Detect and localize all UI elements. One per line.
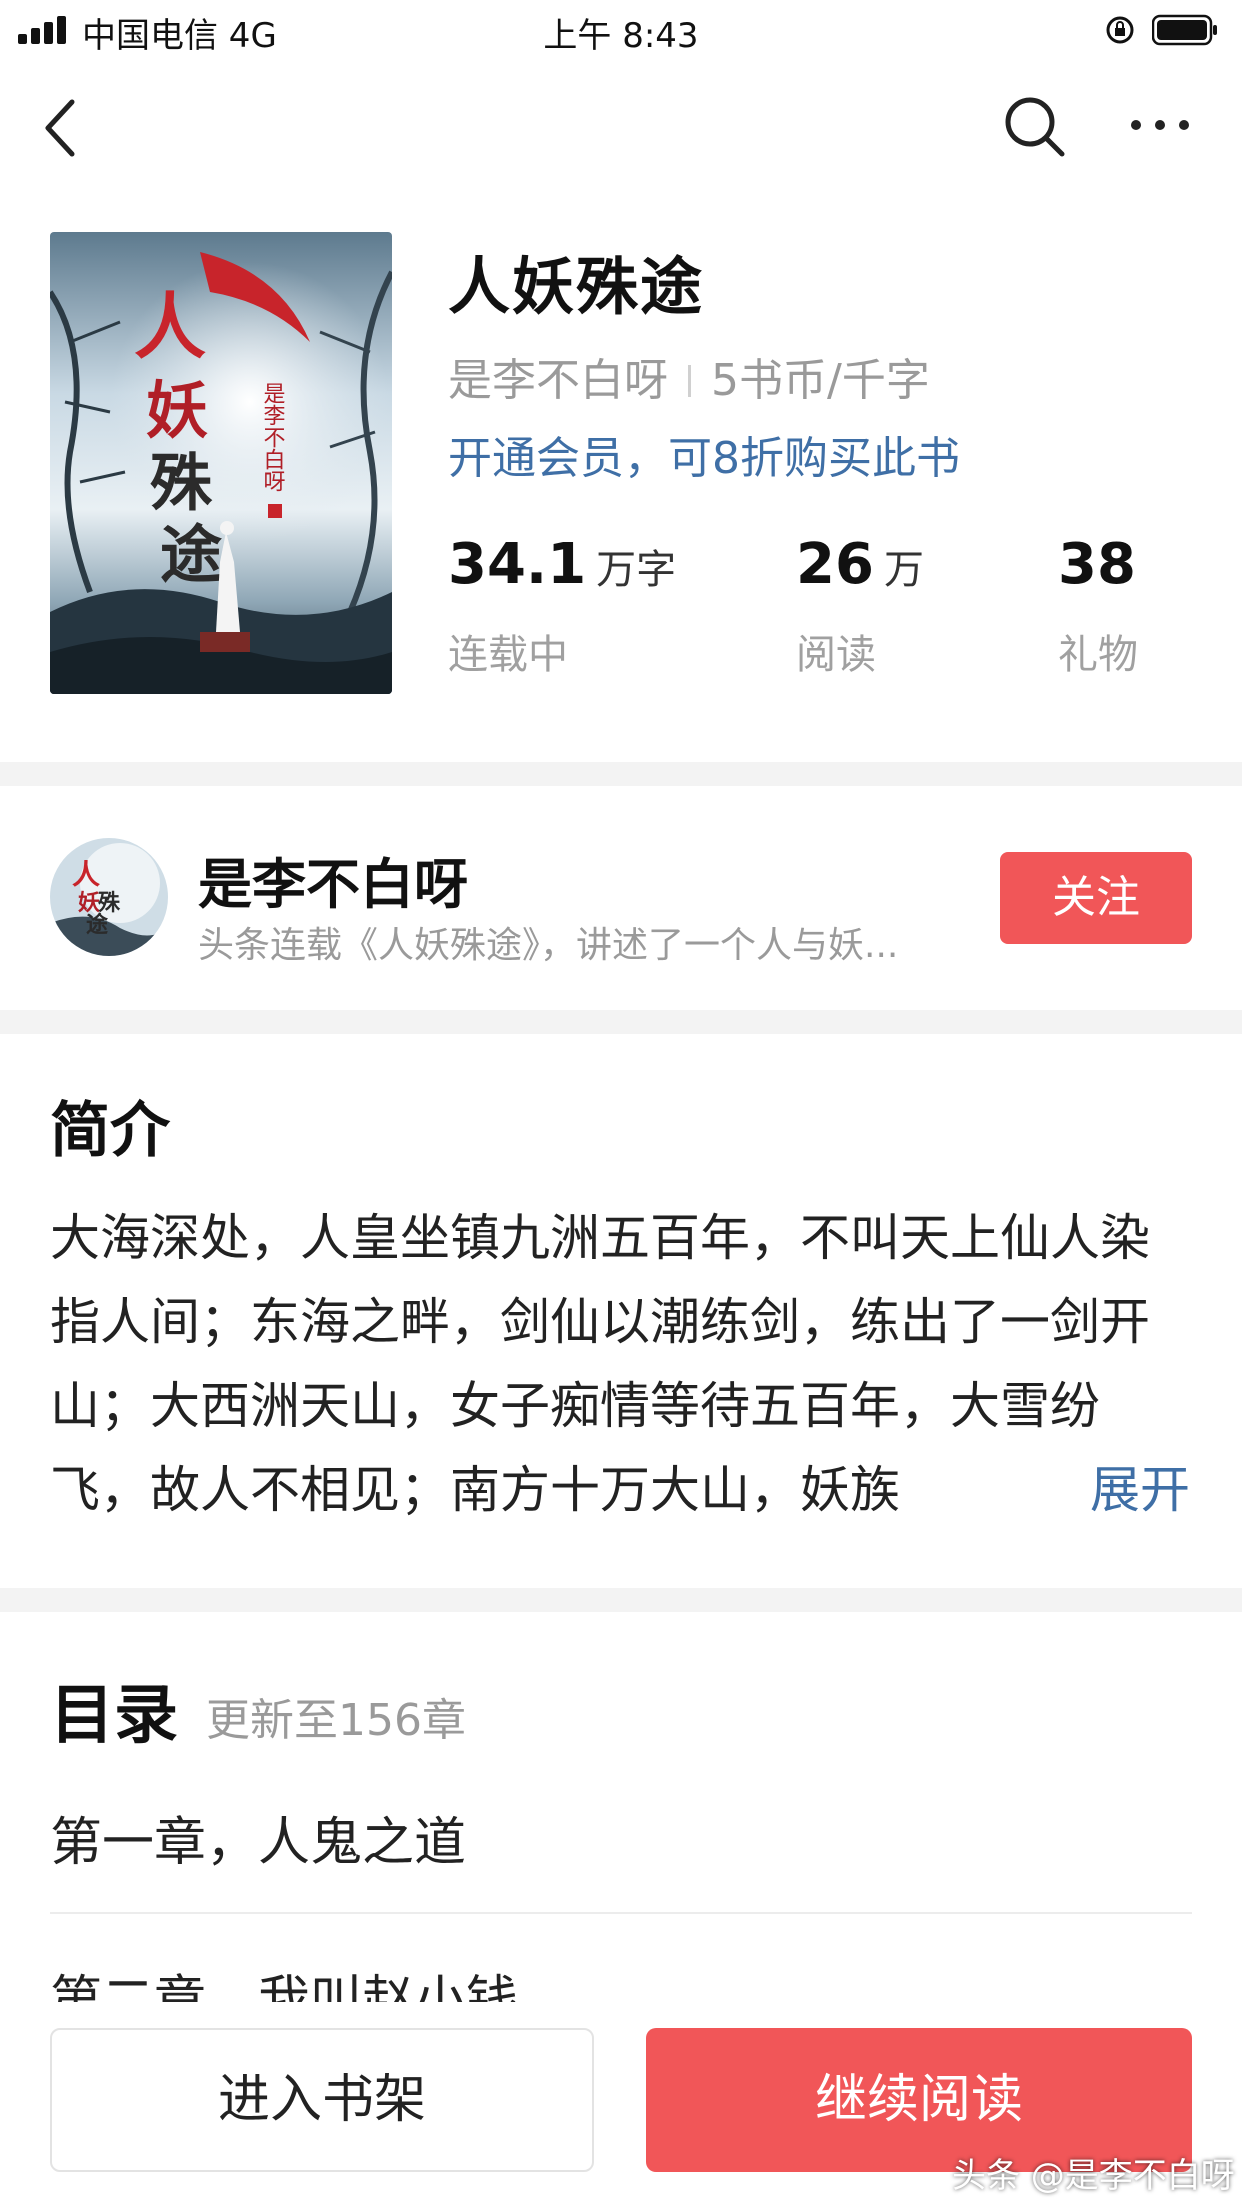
price-label: 5书币/千字 [711, 355, 930, 406]
author-link[interactable]: 是李不白呀 [448, 355, 668, 406]
stat-unit: 万 [883, 547, 924, 593]
catalog-heading[interactable]: 目录 [50, 1664, 178, 1756]
intro-heading: 简介 [50, 1096, 170, 1166]
rotation-lock-icon [1106, 16, 1134, 44]
author-description: 头条连载《人妖殊途》，讲述了一个人与妖... [198, 925, 899, 966]
chapter-divider [50, 1912, 1192, 1914]
svg-text:途: 途 [160, 518, 222, 591]
stat-words: 34.1 万字 [448, 532, 676, 597]
stat-value: 34.1 [448, 532, 587, 597]
vip-offer-link[interactable]: 开通会员，可8折购买此书 [448, 422, 960, 486]
stat-unit: 万字 [596, 547, 677, 593]
separator [688, 365, 691, 397]
svg-text:是李不白呀: 是李不白呀 [260, 382, 286, 492]
more-icon[interactable] [1128, 110, 1192, 140]
svg-text:人: 人 [72, 858, 100, 891]
stat-label: 礼物 [1058, 632, 1138, 678]
back-icon[interactable] [38, 96, 88, 160]
search-icon[interactable] [1000, 92, 1068, 160]
section-divider [0, 762, 1242, 786]
status-bar: 中国电信 4G 上午 8:43 [0, 0, 1242, 60]
expand-link[interactable]: 展开 [1010, 1448, 1190, 1532]
catalog-update-info[interactable]: 更新至156章 [206, 1684, 466, 1748]
stat-value: 38 [1058, 532, 1136, 597]
watermark: 头条 @是李不白呀 [952, 2156, 1235, 2196]
stat-label: 阅读 [796, 632, 876, 678]
battery-icon [1152, 14, 1217, 46]
follow-button[interactable]: 关注 [1000, 852, 1192, 944]
stat-gifts[interactable]: 38 [1058, 532, 1136, 597]
section-divider [0, 1588, 1242, 1612]
author-name[interactable]: 是李不白呀 [198, 840, 468, 919]
author-avatar[interactable]: 人 妖 殊 途 [50, 838, 168, 956]
svg-text:人: 人 [134, 284, 206, 369]
chapter-item[interactable]: 第一章，人鬼之道 [50, 1800, 466, 1875]
book-title: 人妖殊途 [448, 250, 705, 323]
book-cover[interactable]: 人 妖 殊 途 是李不白呀 [50, 232, 392, 694]
author-price-line: 是李不白呀 5书币/千字 [448, 344, 930, 408]
clock: 上午 8:43 [543, 16, 699, 56]
chapter-item[interactable]: 第二章，我叫赵小钱 [50, 1958, 518, 2002]
stat-reads: 26 万 [796, 532, 924, 597]
svg-text:殊: 殊 [150, 446, 213, 519]
stat-label: 连载中 [448, 632, 568, 678]
svg-text:妖: 妖 [146, 374, 208, 447]
svg-text:途: 途 [86, 912, 109, 938]
add-to-shelf-button[interactable]: 进入书架 [50, 2028, 594, 2172]
section-divider [0, 1010, 1242, 1034]
stat-value: 26 [796, 532, 874, 597]
